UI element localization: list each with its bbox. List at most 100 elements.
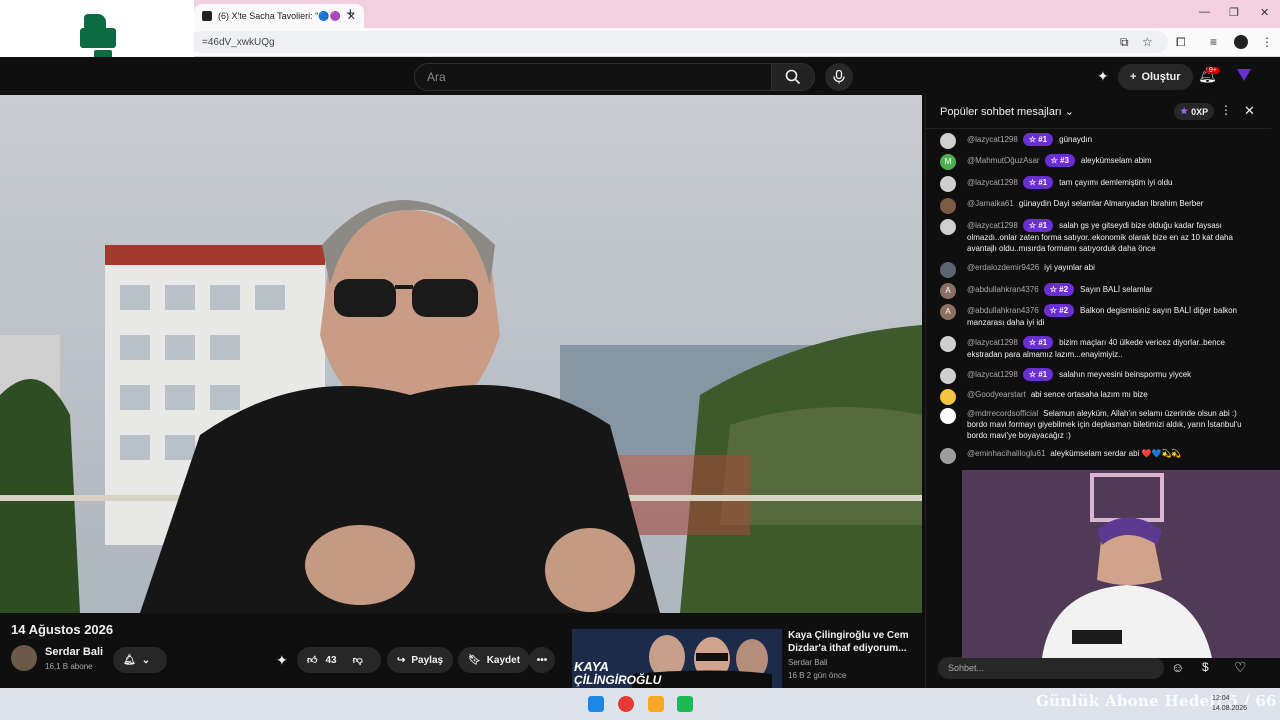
chat-author-avatar[interactable]: A — [940, 283, 956, 299]
close-chat-icon[interactable]: ✕ — [1244, 103, 1255, 119]
chat-author-name[interactable]: @lazycat1298 — [967, 338, 1018, 347]
chat-input-placeholder: Sohbet... — [948, 663, 985, 673]
chat-author-name[interactable]: @abdullahkran4376 — [967, 285, 1039, 294]
cast-icon[interactable]: ⧉ — [1120, 35, 1129, 50]
thumbnail-text-2: ÇİLİNGİROĞLU — [574, 673, 662, 687]
chat-author-avatar[interactable] — [940, 219, 956, 235]
join-gift-icon[interactable]: ✦ — [276, 652, 288, 669]
chat-author-avatar[interactable]: A — [940, 304, 956, 320]
chat-author-name[interactable]: @lazycat1298 — [967, 221, 1018, 230]
chrome-icon[interactable] — [618, 696, 634, 712]
recommendation-channel: Serdar Bali — [788, 658, 828, 667]
share-button[interactable]: ↪ Paylaş — [387, 647, 454, 673]
chat-message-body: @Goodyearstart abi sence ortasaha lazım m… — [967, 389, 1254, 400]
chat-message-body: @lazycat1298 ☆ #1 bizim maçları 40 ülkede … — [967, 336, 1254, 360]
account-avatar-icon[interactable] — [1237, 69, 1251, 81]
recommendation-thumbnail[interactable]: KAYA ÇİLİNGİROĞLU — [572, 629, 782, 689]
recommendation-title[interactable]: Kaya Çilingiroğlu ve Cem Dizdar'a ithaf … — [788, 629, 910, 655]
chat-message-body: @mdrrecordsofficial Selamun aleyküm, Alla… — [967, 408, 1254, 441]
chat-message-body: @Jamaika61 günaydin Dayi selamlar Almanya… — [967, 198, 1254, 209]
new-tab-icon[interactable]: + — [346, 5, 355, 22]
chat-author-avatar[interactable] — [940, 336, 956, 352]
chat-author-name[interactable]: @erdalozdemir9426 — [967, 263, 1039, 272]
chat-menu-icon[interactable]: ⋮ — [1220, 103, 1232, 117]
video-player[interactable] — [0, 95, 922, 613]
plus-icon: + — [1130, 71, 1137, 83]
tab-title: (6) X'te Sacha Tavolieri: "🔵🟣 — [218, 10, 341, 21]
mic-icon — [833, 70, 845, 84]
chat-author-name[interactable]: @MahmutOğuzAsar — [967, 156, 1040, 165]
bell-icon: 🔔︎ — [123, 654, 136, 666]
bookmark-star-icon[interactable]: ☆ — [1142, 35, 1153, 49]
chat-message: @eminhacihaliloglu61 aleykümselam serdar … — [940, 448, 1254, 464]
windows-start-icon[interactable] — [588, 696, 604, 712]
voice-search-button[interactable] — [825, 63, 853, 91]
chat-message-text: Sayın BALİ selamlar — [1080, 285, 1153, 294]
chat-author-name[interactable]: @mdrrecordsofficial — [967, 409, 1038, 418]
chat-author-avatar[interactable] — [940, 368, 956, 384]
search-placeholder: Ara — [427, 70, 446, 84]
channel-name[interactable]: Serdar Bali — [45, 646, 103, 658]
minimize-icon[interactable]: — — [1199, 6, 1210, 18]
chat-message: A @abdullahkran4376 ☆ #2 Sayın BALİ selamla… — [940, 283, 1254, 299]
address-bar[interactable]: =46dV_xwkUQg — [190, 31, 1168, 53]
xp-badge[interactable]: ★ 0XP — [1174, 103, 1215, 120]
create-button[interactable]: + Oluştur — [1118, 64, 1193, 90]
chat-message: A @abdullahkran4376 ☆ #2 Balkon degismisini… — [940, 304, 1254, 328]
chat-message: @mdrrecordsofficial Selamun aleyküm, Alla… — [940, 408, 1254, 441]
chat-rank-badge: ☆ #1 — [1022, 133, 1054, 146]
chevron-down-icon: ⌄ — [1064, 106, 1074, 118]
chat-author-avatar[interactable] — [940, 198, 956, 214]
chat-rank-badge: ☆ #1 — [1022, 219, 1054, 232]
premium-gift-icon[interactable]: ✦ — [1097, 68, 1109, 85]
chat-author-avatar[interactable] — [940, 176, 956, 192]
more-icon: ••• — [536, 654, 548, 666]
extensions-icon[interactable]: ⧠ — [1176, 35, 1186, 50]
menu-dots-icon[interactable]: ⋮ — [1261, 35, 1273, 49]
chat-rank-badge: ☆ #1 — [1022, 336, 1054, 349]
chat-author-avatar[interactable] — [940, 408, 956, 424]
chevron-down-icon: ⌄ — [141, 654, 151, 666]
save-button[interactable]: 🔖︎ Kaydet — [458, 647, 531, 673]
chat-message-body: @abdullahkran4376 ☆ #2 Sayın BALİ selamlar — [967, 283, 1254, 296]
restore-icon[interactable]: ❐ — [1229, 6, 1239, 19]
search-button[interactable] — [771, 63, 815, 91]
chat-rank-badge: ☆ #2 — [1043, 304, 1075, 317]
chat-author-avatar[interactable] — [940, 133, 956, 149]
chat-message-body: @lazycat1298 ☆ #1 salahın meyvesini beinsp… — [967, 368, 1254, 381]
app-icon[interactable] — [677, 696, 693, 712]
file-explorer-icon[interactable] — [648, 696, 664, 712]
search-input[interactable]: Ara — [414, 63, 772, 91]
more-actions-button[interactable]: ••• — [529, 647, 555, 673]
emoji-icon[interactable]: ☺ — [1171, 660, 1184, 675]
thumbs-down-icon[interactable]: 👎︎ — [353, 654, 363, 666]
search-icon — [785, 69, 801, 85]
chat-input[interactable]: Sohbet... — [938, 657, 1164, 679]
notification-bell-button[interactable]: 🔔︎ ⌄ — [113, 647, 167, 673]
chat-author-name[interactable]: @eminhacihaliloglu61 — [967, 449, 1045, 458]
chat-author-avatar[interactable] — [940, 448, 956, 464]
chat-author-avatar[interactable] — [940, 389, 956, 405]
chat-author-name[interactable]: @abdullahkran4376 — [967, 306, 1039, 315]
thumbs-up-icon[interactable]: 👍︎ — [307, 654, 317, 666]
chat-message: M @MahmutOğuzAsar ☆ #3 aleykümselam abim — [940, 154, 1254, 170]
chat-author-name[interactable]: @lazycat1298 — [967, 178, 1018, 187]
chat-author-name[interactable]: @Goodyearstart — [967, 390, 1026, 399]
profile-icon[interactable] — [1234, 35, 1248, 49]
browser-tab[interactable]: (6) X'te Sacha Tavolieri: "🔵🟣 ✕ — [194, 4, 364, 28]
chat-author-avatar[interactable]: M — [940, 154, 956, 170]
like-count[interactable]: 43 — [325, 655, 336, 666]
chat-message-text: aleykümselam abim — [1080, 156, 1152, 165]
chat-author-name[interactable]: @Jamaika61 — [967, 199, 1014, 208]
super-chat-icon[interactable]: $ — [1202, 660, 1209, 674]
chat-mode-dropdown[interactable]: Popüler sohbet mesajları ⌄ — [940, 105, 1074, 118]
chat-author-name[interactable]: @lazycat1298 — [967, 370, 1018, 379]
chat-message-text: tam çayımı demlemiştim iyi oldu — [1059, 178, 1173, 187]
chat-author-name[interactable]: @lazycat1298 — [967, 135, 1018, 144]
heart-icon[interactable]: ♡ — [1234, 659, 1247, 676]
channel-avatar[interactable] — [11, 645, 37, 671]
close-window-icon[interactable]: ✕ — [1260, 6, 1269, 19]
media-control-icon[interactable]: ≡ — [1210, 35, 1217, 49]
chat-author-avatar[interactable] — [940, 262, 956, 278]
notification-count: 9+ — [1206, 67, 1220, 74]
